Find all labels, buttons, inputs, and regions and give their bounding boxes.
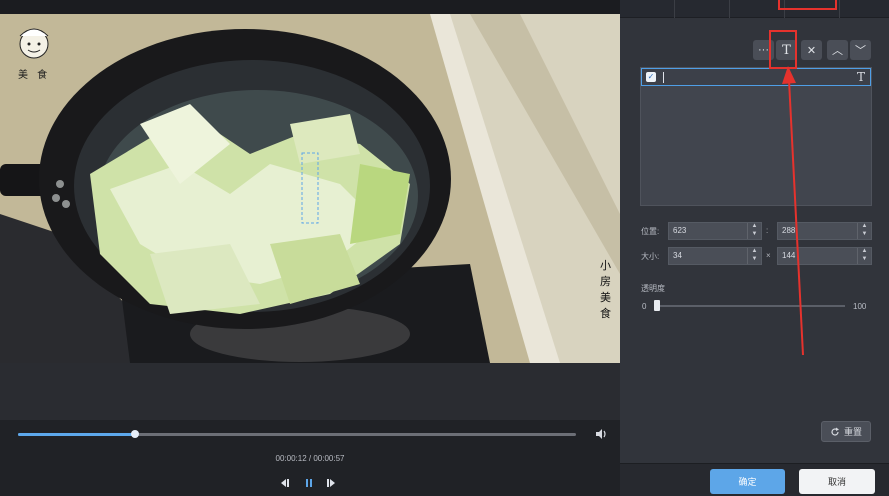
move-up-button[interactable]: ︿: [827, 40, 848, 60]
position-x-stepper[interactable]: ▲ ▼: [747, 223, 761, 239]
size-height-value: 144: [782, 251, 796, 260]
layer-text-caret: [663, 72, 664, 83]
next-frame-icon[interactable]: [324, 476, 338, 490]
tab-2[interactable]: [675, 0, 730, 18]
size-width-stepper[interactable]: ▲ ▼: [747, 248, 761, 264]
cancel-button[interactable]: 取消: [799, 469, 875, 494]
opacity-slider[interactable]: [655, 305, 845, 307]
previous-frame-icon[interactable]: [278, 476, 292, 490]
size-height-stepper[interactable]: ▲ ▼: [857, 248, 871, 264]
time-readout: 00:00:12 / 00:00:57: [0, 454, 620, 463]
video-frame-image: [0, 14, 620, 363]
video-topbar: [0, 0, 620, 14]
layer-row[interactable]: ✓ T: [641, 68, 871, 86]
position-label: 位置:: [641, 227, 660, 236]
size-height-input[interactable]: 144 ▲ ▼: [777, 247, 872, 265]
size-width-value: 34: [673, 251, 682, 260]
move-down-button[interactable]: ﹀: [850, 40, 871, 60]
seek-handle[interactable]: [131, 430, 139, 438]
layer-visible-checkbox[interactable]: ✓: [646, 72, 656, 82]
reset-label: 重置: [843, 427, 862, 437]
video-pane: 美 食 小房美食 00:00:12 / 00:00:57: [0, 0, 620, 496]
layer-list: ✓ T: [640, 67, 872, 206]
position-y-input[interactable]: 288 ▲ ▼: [777, 222, 872, 240]
text-tool-annotation-box: [769, 30, 797, 69]
position-separator: :: [766, 226, 769, 235]
watermark-right: 小房美食: [600, 259, 611, 320]
size-label: 大小:: [641, 252, 660, 261]
playback-controls: [278, 476, 338, 490]
delete-layer-button[interactable]: ✕: [801, 40, 822, 60]
video-editor-dialog: 美 食 小房美食 00:00:12 / 00:00:57 ··· T ✕ ︿ ﹀…: [0, 0, 889, 496]
opacity-slider-handle[interactable]: [654, 300, 660, 311]
total-time: 00:00:57: [313, 454, 345, 463]
pause-icon[interactable]: [302, 476, 316, 490]
watermark-top-left: 美 食: [18, 70, 51, 81]
video-preview[interactable]: 美 食 小房美食: [0, 14, 620, 363]
opacity-label: 透明度: [641, 284, 665, 293]
seek-progress: [18, 433, 135, 436]
opacity-max: 100: [853, 302, 867, 311]
tab-1[interactable]: [620, 0, 675, 18]
panel-tabbar: [620, 0, 889, 18]
position-x-value: 623: [673, 226, 687, 235]
video-letterbox: [0, 363, 620, 420]
current-time: 00:00:12: [275, 454, 307, 463]
size-width-input[interactable]: 34 ▲ ▼: [668, 247, 762, 265]
volume-icon[interactable]: [594, 427, 608, 441]
position-y-stepper[interactable]: ▲ ▼: [857, 223, 871, 239]
refresh-icon: [831, 427, 839, 436]
size-separator: ×: [766, 251, 771, 260]
tab-3[interactable]: [730, 0, 785, 18]
opacity-min: 0: [642, 302, 647, 311]
position-x-input[interactable]: 623 ▲ ▼: [668, 222, 762, 240]
confirm-button[interactable]: 确定: [710, 469, 785, 494]
reset-button[interactable]: 重置: [821, 421, 871, 442]
position-y-value: 288: [782, 226, 796, 235]
tab-annotation-box: [778, 0, 837, 10]
text-layer-icon: T: [856, 70, 865, 84]
